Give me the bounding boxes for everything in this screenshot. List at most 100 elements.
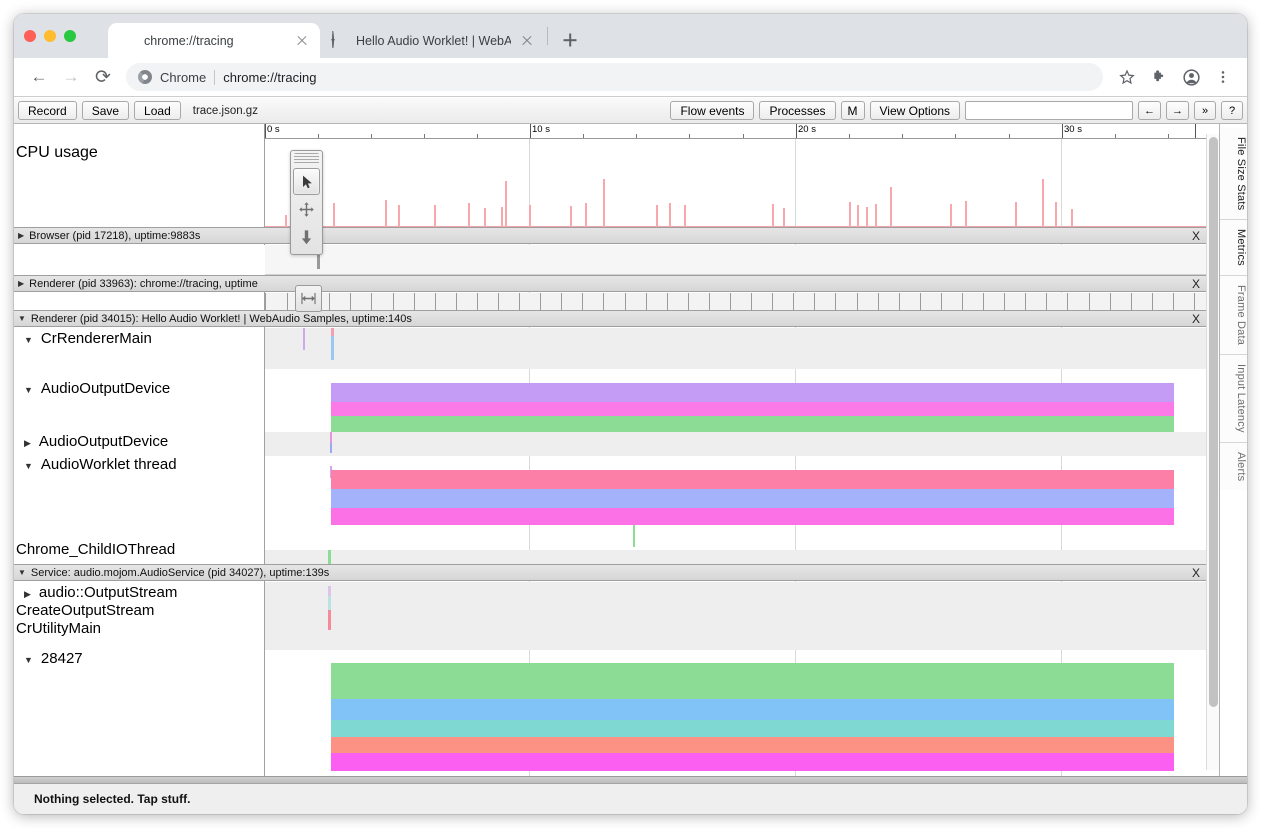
timing-tool[interactable] — [295, 285, 322, 312]
search-next-button[interactable]: → — [1166, 101, 1189, 120]
tab-title: Hello Audio Worklet! | WebAud — [356, 34, 511, 48]
cpu-usage-track: CPU usage — [14, 139, 1206, 227]
chevron-right-icon[interactable]: ▶ — [18, 231, 24, 240]
tab-chrome-tracing[interactable]: chrome://tracing — [108, 23, 320, 58]
thread-label: ▶AudioOutputDevice — [24, 433, 168, 450]
slice-bar — [331, 737, 1174, 753]
thread-label: ▼CrRendererMain — [24, 330, 152, 347]
thread-label: CreateOutputStream — [16, 602, 154, 619]
process-header-label: Browser (pid 17218), uptime:9883s — [29, 230, 200, 242]
tracing-app: Record Save Load trace.json.gz Flow even… — [14, 98, 1247, 814]
timeline-track-view[interactable]: 0 s 10 s 20 s — [14, 124, 1219, 776]
help-button[interactable]: ? — [1221, 101, 1243, 120]
scrollbar-thumb[interactable] — [1209, 137, 1218, 707]
close-icon[interactable] — [294, 33, 310, 49]
overflow-button[interactable]: » — [1194, 101, 1216, 120]
ruler-label: 30 s — [1062, 124, 1082, 135]
process-header-audio-service[interactable]: ▼ Service: audio.mojom.AudioService (pid… — [14, 564, 1206, 581]
browser-toolbar: ← → ⟳ Chrome chrome://tracing — [14, 58, 1247, 97]
tab-input-latency[interactable]: Input Latency — [1220, 355, 1247, 443]
slice — [328, 586, 331, 596]
tab-frame-data[interactable]: Frame Data — [1220, 276, 1247, 355]
processes-button[interactable]: Processes — [759, 101, 835, 120]
timeline-body[interactable]: CPU usage — [14, 139, 1206, 776]
thread-row-crrenderermain[interactable]: ▼CrRendererMain — [14, 328, 1206, 369]
back-icon[interactable]: ← — [24, 62, 54, 92]
time-ruler[interactable]: 0 s 10 s 20 s — [264, 124, 1206, 139]
timeline-vertical-scrollbar[interactable] — [1206, 134, 1219, 770]
ruler-label: 20 s — [796, 124, 816, 135]
chrome-favicon — [120, 33, 136, 49]
view-options-button[interactable]: View Options — [870, 101, 960, 120]
account-avatar-icon[interactable] — [1177, 63, 1205, 91]
load-button[interactable]: Load — [134, 101, 181, 120]
chevron-down-icon[interactable]: ▼ — [18, 568, 26, 577]
chevron-right-icon[interactable]: ▶ — [24, 589, 31, 600]
flow-events-button[interactable]: Flow events — [670, 101, 754, 120]
thread-row-28427[interactable]: ▼28427 — [14, 650, 1206, 768]
minimize-window-button[interactable] — [44, 30, 56, 42]
search-input[interactable] — [965, 101, 1133, 120]
process-header-browser[interactable]: ▶ Browser (pid 17218), uptime:9883s X — [14, 227, 1206, 244]
chevron-down-icon[interactable]: ▼ — [24, 385, 33, 395]
thread-row-audiooutputdevice-2[interactable]: ▶AudioOutputDevice — [14, 432, 1206, 456]
thread-label: ▼AudioOutputDevice — [24, 380, 170, 397]
close-icon[interactable]: X — [1192, 229, 1200, 243]
status-resize-grip[interactable] — [14, 776, 1247, 783]
slice — [331, 328, 334, 336]
forward-icon[interactable]: → — [56, 62, 86, 92]
trace-filename: trace.json.gz — [193, 105, 258, 117]
chevron-right-icon[interactable]: ▶ — [18, 279, 24, 288]
slice-bar — [331, 470, 1174, 489]
chevron-down-icon[interactable]: ▼ — [24, 461, 33, 471]
chevron-down-icon[interactable]: ▼ — [24, 335, 33, 345]
thread-label: Chrome_ChildIOThread — [16, 541, 175, 558]
cpu-spike-chart — [265, 139, 1206, 227]
close-icon[interactable]: X — [1192, 566, 1200, 580]
status-bar: Nothing selected. Tap stuff. — [14, 783, 1247, 814]
save-button[interactable]: Save — [82, 101, 129, 120]
slice — [328, 596, 331, 610]
thread-row-audiooutputdevice-1[interactable]: ▼AudioOutputDevice — [14, 369, 1206, 427]
slice-bar — [331, 753, 1174, 771]
chevron-down-icon[interactable]: ▼ — [18, 314, 26, 323]
new-tab-button[interactable] — [556, 26, 584, 54]
process-header-renderer-tracing[interactable]: ▶ Renderer (pid 33963): chrome://tracing… — [14, 275, 1206, 292]
tab-file-size-stats[interactable]: File Size Stats — [1220, 128, 1247, 220]
metrics-toggle-button[interactable]: M — [841, 101, 865, 120]
tab-hello-audio-worklet[interactable]: Hello Audio Worklet! | WebAud — [320, 23, 545, 58]
tab-strip: chrome://tracing Hello Audio Worklet! | … — [14, 14, 1247, 58]
chip-divider — [214, 70, 215, 85]
close-window-button[interactable] — [24, 30, 36, 42]
timeline-region: 0 s 10 s 20 s — [14, 124, 1247, 776]
thread-row-audio-outputstream[interactable]: ▶audio::OutputStream CreateOutputStream … — [14, 582, 1206, 650]
close-icon[interactable]: X — [1192, 277, 1200, 291]
chevron-down-icon[interactable]: ▼ — [24, 655, 33, 665]
chevron-right-icon[interactable]: ▶ — [24, 438, 31, 449]
puzzle-piece-icon[interactable] — [1145, 63, 1173, 91]
record-button[interactable]: Record — [18, 101, 77, 120]
search-prev-button[interactable]: ← — [1138, 101, 1161, 120]
close-icon[interactable]: X — [1192, 312, 1200, 326]
side-panel-tabs: File Size Stats Metrics Frame Data Input… — [1219, 124, 1247, 776]
zoom-window-button[interactable] — [64, 30, 76, 42]
three-dot-menu-icon[interactable] — [1209, 63, 1237, 91]
zoom-tool[interactable] — [293, 224, 320, 251]
tab-alerts[interactable]: Alerts — [1220, 443, 1247, 490]
tab-metrics[interactable]: Metrics — [1220, 220, 1247, 276]
address-bar[interactable]: Chrome chrome://tracing — [126, 63, 1103, 91]
close-icon[interactable] — [519, 33, 535, 49]
tool-palette[interactable] — [290, 150, 323, 255]
slice — [330, 443, 332, 453]
slice-bar — [331, 416, 1174, 432]
reload-icon[interactable]: ⟳ — [88, 62, 118, 92]
palette-drag-handle[interactable] — [294, 153, 319, 165]
process-header-renderer-audioworklet[interactable]: ▼ Renderer (pid 34015): Hello Audio Work… — [14, 310, 1206, 327]
thread-row-audioworklet[interactable]: ▼AudioWorklet thread — [14, 456, 1206, 536]
slice-bar — [331, 402, 1174, 416]
slice — [328, 550, 331, 564]
pan-tool[interactable] — [293, 196, 320, 223]
bookmark-star-icon[interactable] — [1113, 63, 1141, 91]
thread-row-childiothread[interactable]: Chrome_ChildIOThread — [14, 536, 1206, 564]
select-tool[interactable] — [293, 168, 320, 195]
